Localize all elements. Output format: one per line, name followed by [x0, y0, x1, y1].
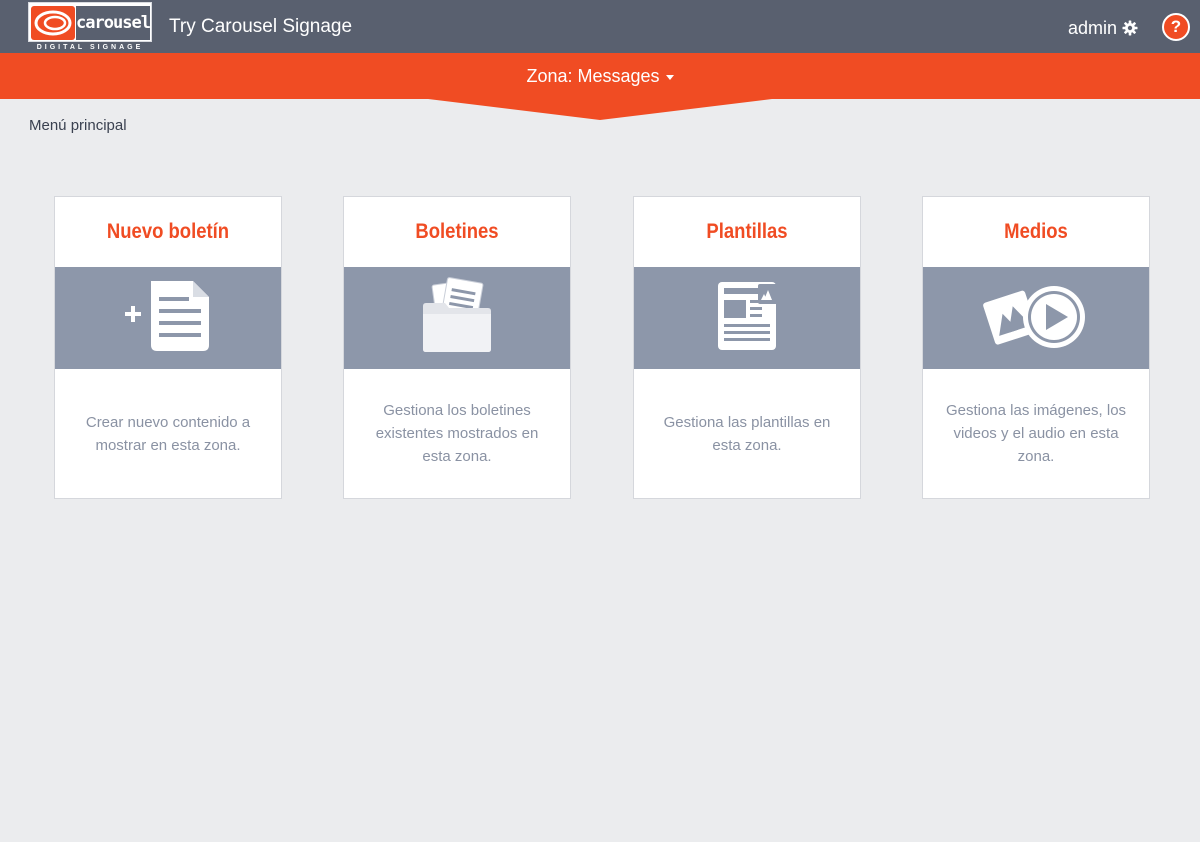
- card-title: Nuevo boletín: [106, 220, 230, 243]
- card-description: Gestiona las imágenes, los videos y el a…: [945, 402, 1127, 465]
- zone-bar-notch: [420, 98, 780, 120]
- card-title: Medios: [1004, 220, 1068, 243]
- help-button[interactable]: ?: [1162, 13, 1190, 41]
- app-title: Try Carousel Signage: [169, 16, 353, 37]
- user-menu[interactable]: admin: [1068, 17, 1138, 39]
- media-icon: [978, 281, 1094, 356]
- breadcrumb: Menú principal: [29, 117, 127, 134]
- top-bar: carousel DIGITAL SIGNAGE Try Carousel Si…: [0, 0, 1200, 53]
- zone-label: Zona: Messages: [526, 65, 660, 86]
- zone-selector[interactable]: Zona: Messages: [0, 53, 1200, 99]
- logo-wordmark: carousel: [76, 6, 151, 40]
- folder-icon: [417, 276, 497, 361]
- card-bulletins[interactable]: Boletines Gestiona los boletines existen…: [343, 196, 571, 499]
- logo-subtitle: DIGITAL SIGNAGE: [36, 44, 144, 51]
- card-templates[interactable]: Plantillas Gestiona las plantillas en es…: [633, 196, 861, 499]
- card-description: Gestiona las plantillas en esta zona.: [663, 413, 831, 454]
- card-title: Plantillas: [706, 220, 788, 243]
- card-new-bulletin[interactable]: Nuevo boletín Crear nuevo contenido a mo…: [54, 196, 282, 499]
- gear-icon: [1122, 20, 1138, 36]
- carousel-logo[interactable]: carousel DIGITAL SIGNAGE: [28, 0, 152, 53]
- user-name: admin: [1067, 17, 1117, 38]
- caret-down-icon: [665, 74, 674, 80]
- template-icon: [712, 278, 782, 359]
- card-title: Boletines: [415, 220, 499, 243]
- card-description: Crear nuevo contenido a mostrar en esta …: [85, 413, 251, 454]
- card-description: Gestiona los boletines existentes mostra…: [375, 402, 539, 465]
- logo-mark: [31, 6, 75, 40]
- card-media[interactable]: Medios Gestiona las imágenes, los videos…: [922, 196, 1150, 499]
- new-document-icon: [123, 279, 213, 358]
